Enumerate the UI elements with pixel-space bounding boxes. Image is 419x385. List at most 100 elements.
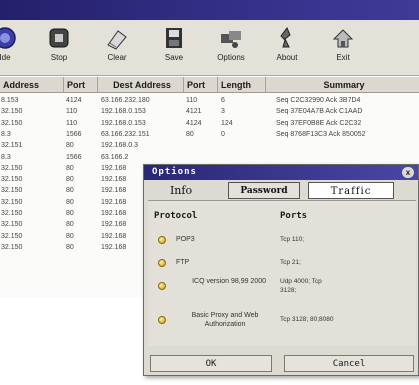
cell-port: 110	[66, 108, 78, 116]
ports-header: Ports	[280, 211, 308, 221]
cell-address: 32.150	[1, 176, 23, 184]
tab-traffic[interactable]: Traffic	[308, 182, 394, 199]
cell-port: 1566	[66, 130, 82, 138]
ftp-indicator-icon	[158, 259, 166, 267]
close-icon[interactable]: x	[402, 167, 414, 178]
about-label: About	[276, 53, 298, 62]
options-button[interactable]: Options	[208, 23, 254, 73]
cell-address: 32.150	[1, 210, 23, 217]
exit-icon	[332, 29, 354, 48]
cell-address: 32.150	[1, 108, 23, 116]
tab-info[interactable]: Info	[150, 182, 212, 199]
cell-dest-address: 192.168.0.153	[101, 108, 146, 116]
cell-port: 80	[66, 243, 74, 251]
options-icon	[221, 31, 241, 48]
protocol-ports: Tcp 3128; 80;8080	[280, 316, 334, 323]
cell-port: 80	[66, 210, 74, 217]
cell-length	[221, 152, 265, 163]
table-row[interactable]: 32.150 110 192.168.0.153 4124 124 Seq 37EF0B8…	[0, 118, 419, 129]
cell-dest-port: 4121	[186, 108, 202, 116]
clear-label: Clear	[107, 53, 127, 62]
cell-address: 8.3	[1, 153, 11, 161]
save-button[interactable]: Save	[151, 23, 197, 73]
main-window-titlebar	[0, 0, 419, 20]
cell-dest-port: 110	[186, 97, 198, 104]
protocol-name: Basic Proxy and Web Authorization	[191, 312, 259, 328]
about-icon	[280, 27, 291, 48]
cell-dest-address: 63.166.232.180	[101, 97, 150, 104]
cell-address: 32.150	[1, 243, 23, 251]
cell-dest-port	[186, 140, 216, 151]
table-row[interactable]: 32.150 110 192.168.0.153 4121 3 Seq 37E04A7B …	[0, 106, 419, 117]
cell-address: 8.3	[1, 130, 11, 138]
stop-icon	[49, 28, 69, 48]
table-row[interactable]: 32.151 80 192.168.0.3	[0, 140, 419, 151]
col-dest-port[interactable]: Port	[184, 77, 218, 93]
cell-port: 4124	[66, 97, 82, 104]
proxy-indicator-icon	[158, 316, 166, 324]
cell-port: 80	[66, 164, 74, 172]
protocol-ports: Tcp 21;	[280, 259, 301, 266]
protocol-ports: Udp 4000; Tcp 3128;	[280, 278, 322, 294]
save-icon	[166, 28, 182, 48]
ide-label: Ide	[0, 53, 11, 62]
cell-dest-port: 80	[186, 130, 194, 138]
col-summary[interactable]: Summary	[266, 77, 419, 93]
cell-port: 80	[66, 221, 74, 229]
cell-summary: Seq 37E04A7B Ack C1AAD	[276, 108, 363, 116]
cell-port: 110	[66, 119, 78, 127]
protocol-header: Protocol	[154, 211, 198, 221]
cell-dest-address: 192.168.0.153	[101, 119, 146, 127]
cell-address: 32.150	[1, 232, 23, 240]
col-dest-address[interactable]: Dest Address	[98, 77, 184, 93]
cell-port: 80	[66, 187, 74, 195]
table-header: Address Port Dest Address Port Length Su…	[0, 77, 419, 93]
stop-label: Stop	[50, 53, 68, 62]
toolbar: Ide Stop Clear Save Options About Exit	[0, 20, 419, 76]
table-row[interactable]: 8.3 1566 63.166.232.151 80 0 Seq 8768F13C3 Ac…	[0, 129, 419, 140]
col-port[interactable]: Port	[64, 77, 98, 93]
about-button[interactable]: About	[264, 23, 310, 73]
cell-address: 32.150	[1, 221, 23, 229]
cell-port: 80	[66, 198, 74, 206]
cell-summary: Seq 8768F13C3 Ack 850052	[276, 130, 366, 138]
protocol-name: ICQ version 98,99 2000	[192, 278, 266, 285]
clear-button[interactable]: Clear	[94, 23, 140, 73]
cell-port: 80	[66, 232, 74, 240]
cell-address: 32.150	[1, 198, 23, 206]
protocol-name: POP3	[176, 236, 195, 243]
col-length[interactable]: Length	[218, 77, 266, 93]
cell-dest-address: 192.168.0.3	[101, 142, 138, 150]
cell-address: 32.150	[1, 164, 23, 172]
cell-summary: Seq C2C32990 Ack 3B7D4	[276, 97, 361, 104]
dialog-titlebar: Options x	[144, 165, 418, 180]
dialog-title: Options	[152, 167, 197, 177]
cell-port: 80	[66, 176, 74, 184]
options-label: Options	[217, 53, 245, 62]
table-row[interactable]: 8.3 1566 63.166.2	[0, 152, 419, 163]
cell-port: 80	[66, 142, 74, 150]
cell-address: 32.151	[1, 142, 23, 150]
cell-dest-address: 63.166.232.151	[101, 130, 150, 138]
cell-summary	[276, 152, 419, 163]
cell-length: 0	[221, 130, 225, 138]
options-dialog: Options x Info Password Traffic Protocol…	[143, 164, 419, 376]
cell-length: 124	[221, 119, 233, 127]
cell-address: 32.150	[1, 119, 23, 127]
cell-dest-port	[186, 152, 216, 163]
ok-button[interactable]: OK	[150, 355, 272, 372]
col-address[interactable]: Address	[0, 77, 64, 93]
cancel-button[interactable]: Cancel	[284, 355, 414, 372]
cell-port: 1566	[66, 153, 82, 161]
stop-button[interactable]: Stop	[36, 23, 82, 73]
protocol-ports: Tcp 110;	[280, 236, 305, 243]
icq-indicator-icon	[158, 282, 166, 290]
tab-password[interactable]: Password	[228, 182, 300, 199]
network-icon	[0, 27, 16, 49]
cell-dest-address: 63.166.2	[101, 153, 129, 161]
exit-button[interactable]: Exit	[320, 23, 366, 73]
cell-address: 32.150	[1, 187, 23, 195]
table-row[interactable]: 8.153 4124 63.166.232.180 110 6 Seq C2C32990 …	[0, 95, 419, 106]
ide-button[interactable]: Ide	[0, 23, 28, 73]
save-label: Save	[164, 53, 184, 62]
